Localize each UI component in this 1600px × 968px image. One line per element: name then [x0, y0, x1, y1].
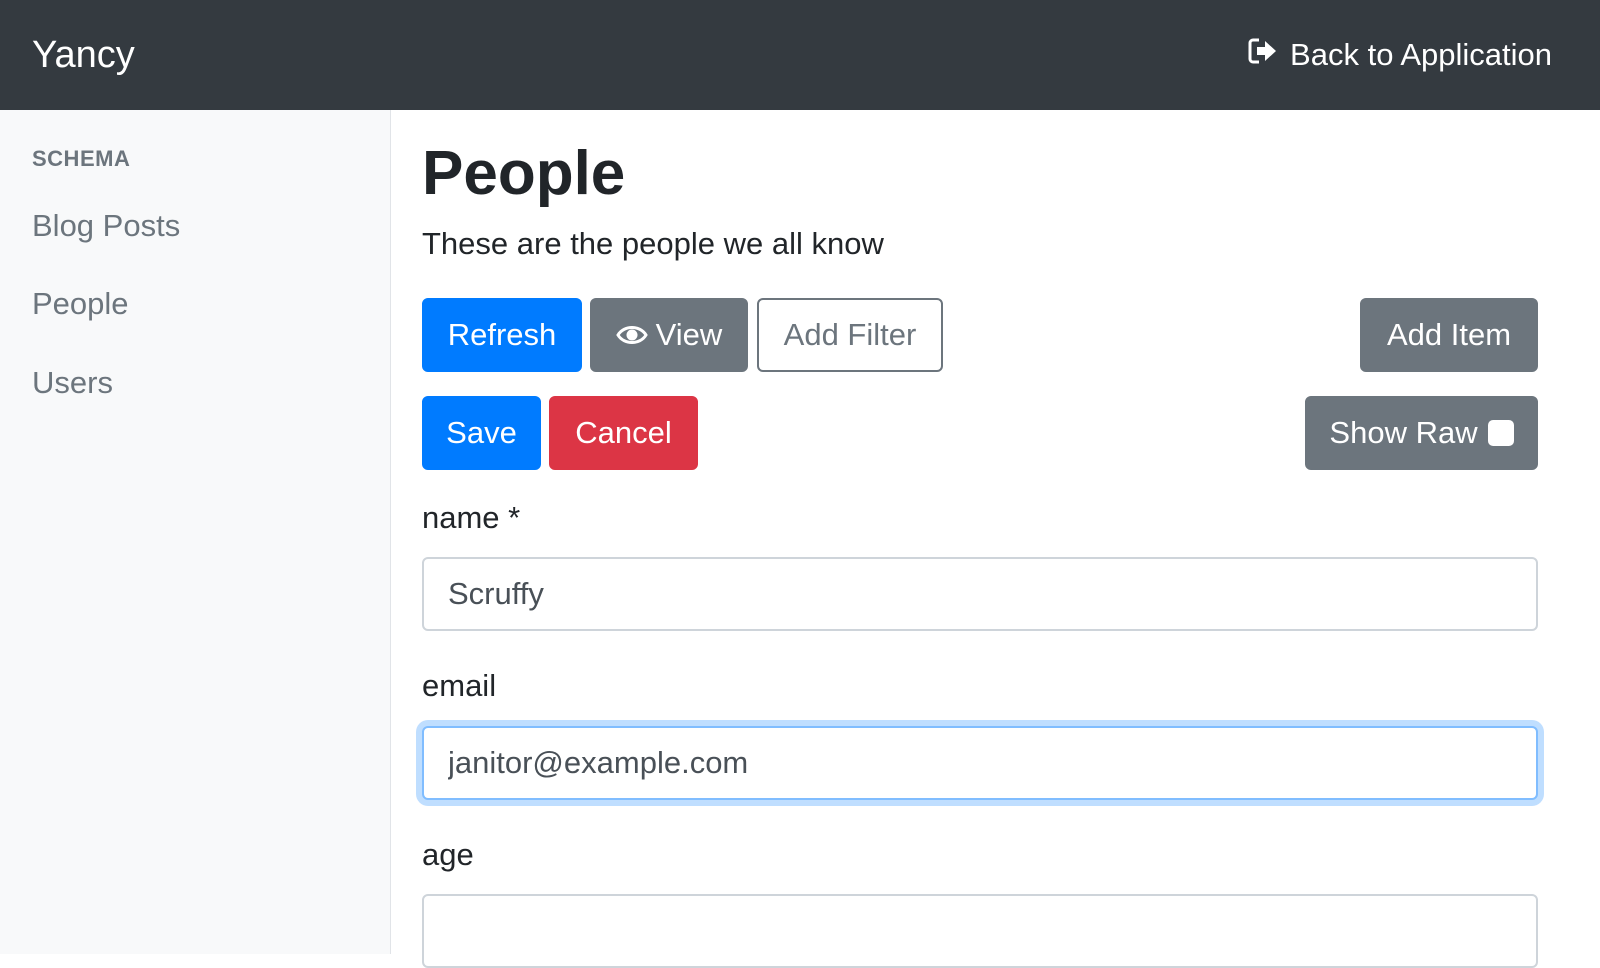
sign-out-icon	[1248, 37, 1278, 73]
view-button[interactable]: View	[590, 298, 748, 372]
cancel-button[interactable]: Cancel	[549, 396, 698, 470]
sidebar-heading: SCHEMA	[32, 146, 131, 171]
sidebar: SCHEMA Blog Posts People Users	[0, 110, 391, 954]
top-navbar: Yancy Back to Application	[0, 0, 1600, 110]
sidebar-item-people[interactable]: People	[32, 286, 129, 322]
name-input[interactable]	[422, 557, 1538, 631]
name-label: name *	[422, 500, 521, 535]
sidebar-item-blog-posts[interactable]: Blog Posts	[32, 208, 180, 244]
page-title: People	[422, 139, 626, 208]
refresh-button[interactable]: Refresh	[422, 298, 582, 372]
add-item-button[interactable]: Add Item	[1360, 298, 1538, 372]
view-label: View	[655, 317, 723, 352]
age-input[interactable]	[422, 894, 1538, 968]
email-label: email	[422, 668, 497, 703]
sidebar-item-users[interactable]: Users	[32, 365, 113, 401]
brand-logo[interactable]: Yancy	[32, 34, 135, 77]
eye-icon	[615, 324, 648, 346]
back-link-label: Back to Application	[1290, 37, 1552, 72]
page-description: These are the people we all know	[422, 226, 884, 261]
show-raw-label: Show Raw	[1329, 415, 1478, 450]
save-button[interactable]: Save	[422, 396, 541, 470]
add-filter-button[interactable]: Add Filter	[757, 298, 943, 372]
show-raw-toggle[interactable]: Show Raw	[1305, 396, 1538, 470]
email-input[interactable]	[422, 726, 1538, 800]
age-label: age	[422, 837, 474, 872]
show-raw-checkbox[interactable]	[1487, 420, 1514, 446]
back-to-application-link[interactable]: Back to Application	[1248, 37, 1552, 73]
